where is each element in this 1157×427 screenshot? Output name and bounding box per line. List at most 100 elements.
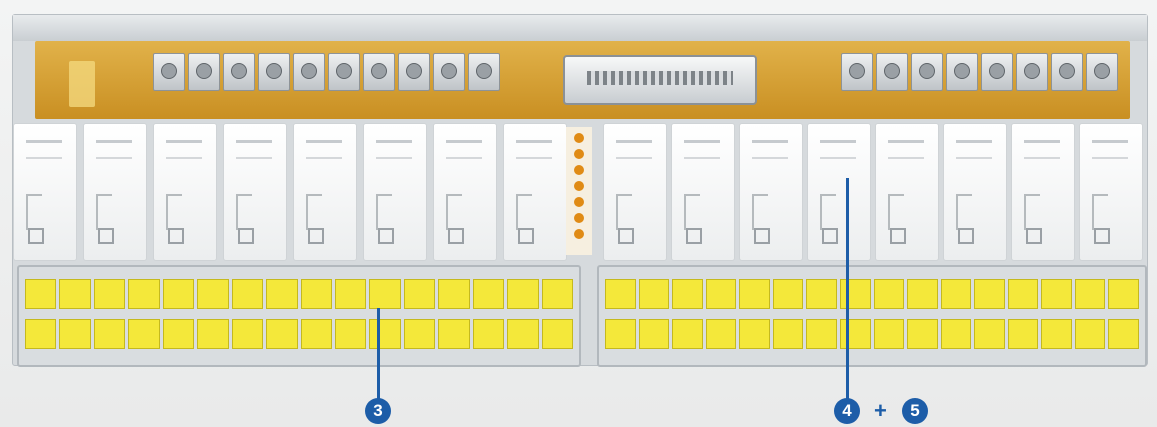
- relay-marking: [306, 194, 322, 230]
- terminal-clamp: [472, 319, 505, 349]
- relay: [943, 123, 1007, 261]
- terminal-clamp: [1041, 279, 1072, 309]
- relay-marking: [96, 140, 132, 159]
- terminal-clamp: [231, 279, 264, 309]
- relay-marking: [28, 228, 44, 244]
- terminal-clamp: [1041, 319, 1072, 349]
- terminal-clamp: [638, 279, 670, 309]
- ribbon-connector: [563, 55, 757, 105]
- screw-terminal: [1051, 53, 1083, 91]
- relay-marking: [822, 228, 838, 244]
- terminal-clamp: [940, 279, 972, 309]
- relay-marking: [958, 228, 974, 244]
- relay-marking: [518, 228, 534, 244]
- relay-marking: [684, 140, 720, 159]
- led-indicator: [574, 149, 584, 159]
- screw-terminal: [1086, 53, 1118, 91]
- relay-marking: [26, 194, 42, 230]
- terminal-clamp: [334, 279, 367, 309]
- relay: [153, 123, 217, 261]
- relay-marking: [752, 194, 768, 230]
- terminal-clamp: [672, 279, 703, 309]
- relay-marking: [236, 194, 252, 230]
- terminal-clamp: [266, 319, 298, 349]
- led-indicator: [574, 197, 584, 207]
- terminal-clamp: [839, 319, 871, 349]
- terminal-clamp: [128, 319, 160, 349]
- relay: [223, 123, 287, 261]
- terminal-clamp: [472, 279, 505, 309]
- screw-terminal: [188, 53, 220, 91]
- relay-marking: [376, 140, 412, 159]
- relay-marking: [516, 194, 532, 230]
- terminal-clamp: [672, 319, 703, 349]
- terminal-clamp: [300, 279, 332, 309]
- connector-slot: [587, 71, 733, 85]
- terminal-clamp: [974, 319, 1005, 349]
- relay-marking: [238, 228, 254, 244]
- relay-marking: [1024, 194, 1040, 230]
- terminal-clamp: [705, 279, 737, 309]
- terminal-clamp: [907, 279, 938, 309]
- screw-terminal: [433, 53, 465, 91]
- screw-terminal-bank-right: [841, 53, 1118, 91]
- screw-terminal: [328, 53, 360, 91]
- led-indicator: [574, 165, 584, 175]
- terminal-clamp: [806, 319, 837, 349]
- led-indicator: [574, 213, 584, 223]
- relay-marking: [684, 194, 700, 230]
- terminal-clamp: [638, 319, 670, 349]
- terminal-block-right: [597, 265, 1147, 367]
- terminal-clamp: [369, 279, 401, 309]
- terminal-clamp: [605, 319, 636, 349]
- screw-terminal: [258, 53, 290, 91]
- relay: [671, 123, 735, 261]
- terminal-clamp: [974, 279, 1005, 309]
- relay: [603, 123, 667, 261]
- relay-marking: [888, 140, 924, 159]
- terminal-clamp: [403, 279, 436, 309]
- relay-marking: [616, 194, 632, 230]
- terminal-clamp: [369, 319, 401, 349]
- screw-terminal: [398, 53, 430, 91]
- led-indicator: [574, 133, 584, 143]
- terminal-clamp: [300, 319, 332, 349]
- relay-marking: [96, 194, 112, 230]
- terminal-clamp: [266, 279, 298, 309]
- relay-marking: [820, 140, 856, 159]
- relay-marking: [754, 228, 770, 244]
- screw-terminal: [293, 53, 325, 91]
- terminal-row-upper: [25, 279, 573, 309]
- relay: [363, 123, 427, 261]
- screw-terminal: [946, 53, 978, 91]
- relay-marking: [1094, 228, 1110, 244]
- callout-4-pointer: [846, 178, 849, 400]
- terminal-clamp: [59, 279, 91, 309]
- relay-marking: [1092, 140, 1128, 159]
- relay-marking: [236, 140, 272, 159]
- terminal-clamp: [1074, 319, 1106, 349]
- relay-marking: [888, 194, 904, 230]
- terminal-clamp: [772, 279, 804, 309]
- terminal-clamp: [1007, 319, 1039, 349]
- terminal-clamp: [507, 279, 539, 309]
- terminal-clamp: [739, 319, 770, 349]
- terminal-clamp: [403, 319, 436, 349]
- callout-3: 3: [365, 398, 391, 424]
- terminal-clamp: [197, 279, 229, 309]
- terminal-clamp: [739, 279, 770, 309]
- relay-marking: [446, 140, 482, 159]
- relay-marking: [820, 194, 836, 230]
- terminal-clamp: [1074, 279, 1106, 309]
- relay: [1011, 123, 1075, 261]
- screw-terminal: [468, 53, 500, 91]
- din-rail-top: [13, 15, 1147, 41]
- terminal-clamp: [541, 319, 573, 349]
- relay-marking: [616, 140, 652, 159]
- relay-marking: [1092, 194, 1108, 230]
- relay-marking: [1024, 140, 1060, 159]
- screw-terminal: [841, 53, 873, 91]
- terminal-clamp: [507, 319, 539, 349]
- terminal-clamp: [25, 319, 57, 349]
- terminal-row-lower: [25, 319, 573, 349]
